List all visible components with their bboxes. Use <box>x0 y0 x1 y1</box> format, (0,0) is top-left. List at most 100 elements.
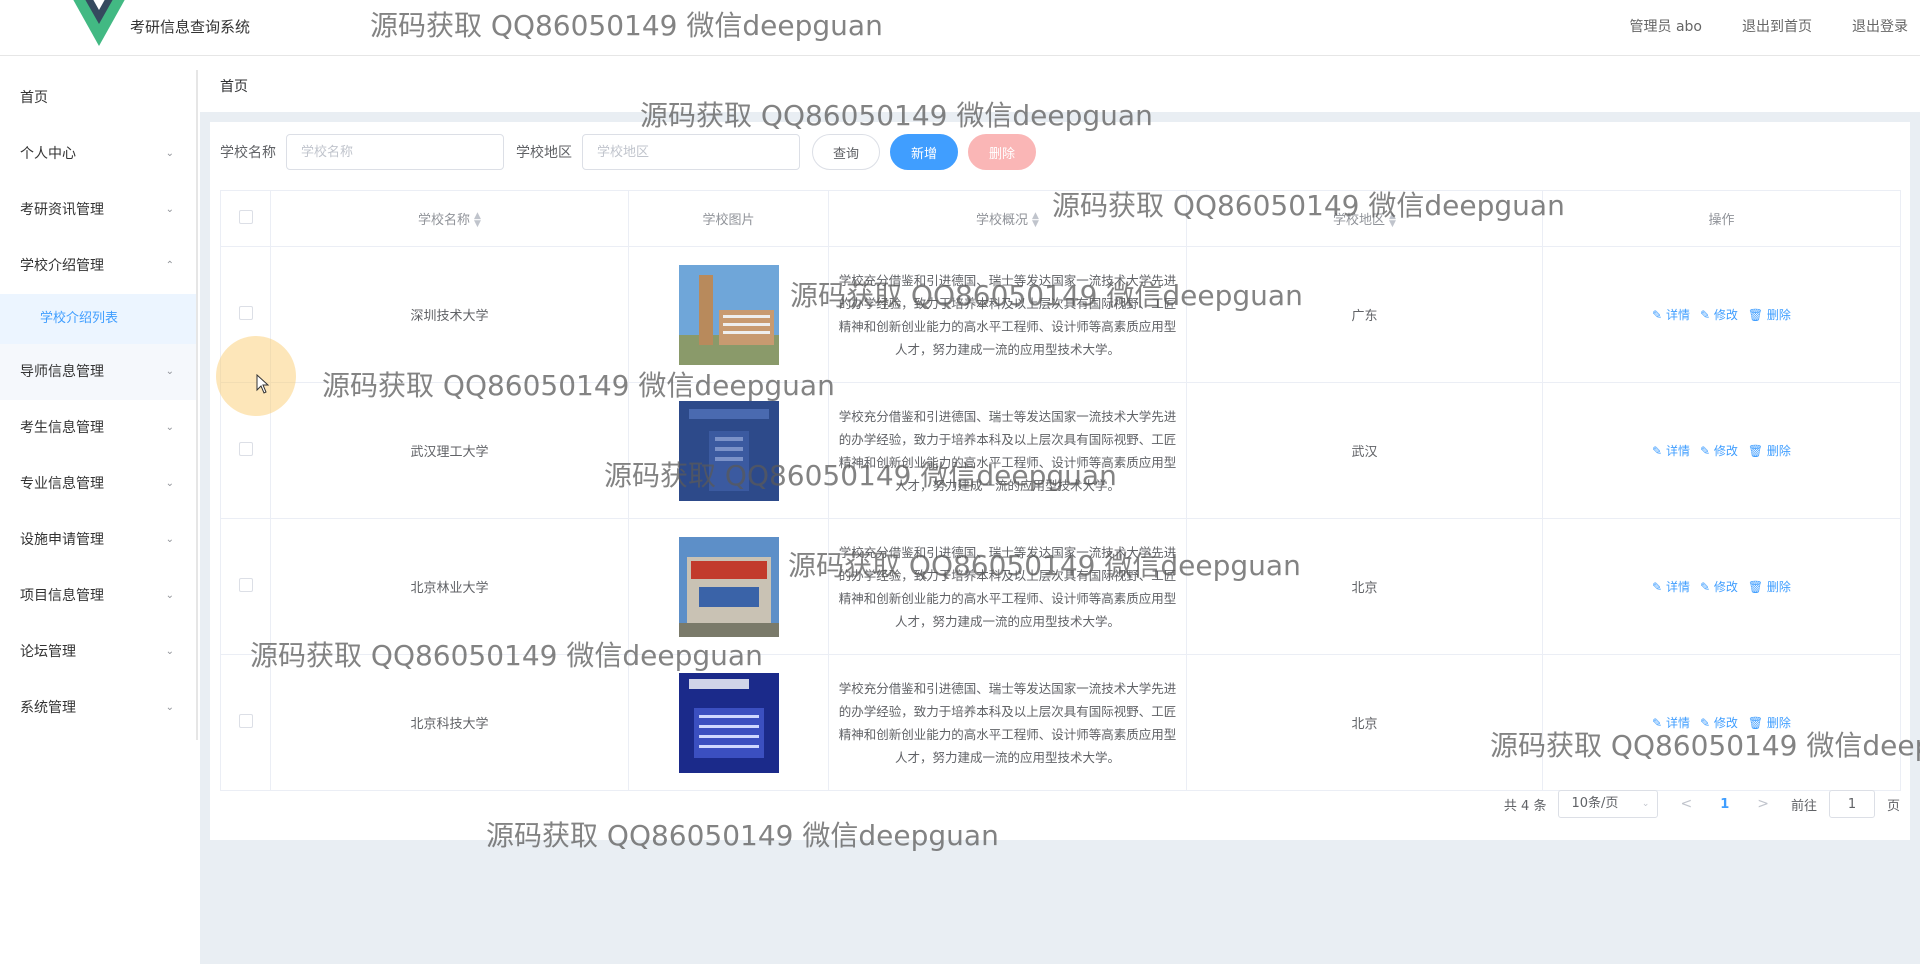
delete-link[interactable]: 🗑 删除 <box>1748 714 1791 731</box>
chevron-down-icon: ⌄ <box>165 204 174 215</box>
actions-cell: ✎ 详情 ✎ 修改 🗑 删除 <box>1542 518 1901 655</box>
content-panel: 学校名称 学校地区 查询 新增 删除 学校名称▲▼ 学校图片 学校概况▲▼ 学校… <box>210 122 1910 840</box>
school-region-cell: 武汉 <box>1186 382 1543 519</box>
current-page[interactable]: 1 <box>1714 797 1735 812</box>
edit-icon: ✎ <box>1652 716 1663 730</box>
detail-link[interactable]: ✎ 详情 <box>1652 714 1690 731</box>
select-all-checkbox[interactable] <box>238 209 253 224</box>
table-row: 深圳技术大学 学校充分借鉴和引进德国、瑞士等发达国家一流技术大学先进的办学经验，… <box>220 246 1901 383</box>
sidebar-item-school-intro[interactable]: 学校介绍管理 ⌃ <box>0 238 196 294</box>
sidebar-item-forum[interactable]: 论坛管理 ⌄ <box>0 624 196 680</box>
actions-cell: ✎ 详情 ✎ 修改 🗑 删除 <box>1542 654 1901 791</box>
actions-cell: ✎ 详情 ✎ 修改 🗑 删除 <box>1542 382 1901 519</box>
sidebar-item-label: 论坛管理 <box>20 644 76 660</box>
page-size-select[interactable]: 10条/页 ⌄ <box>1558 790 1659 818</box>
trash-icon: 🗑 <box>1747 444 1764 458</box>
back-to-home-link[interactable]: 退出到首页 <box>1742 16 1812 36</box>
edit-icon: ✎ <box>1699 308 1711 322</box>
goto-page-input[interactable] <box>1828 790 1875 818</box>
sidebar-item-label: 学校介绍管理 <box>20 258 104 274</box>
sidebar-item-label: 设施申请管理 <box>20 532 104 548</box>
query-button[interactable]: 查询 <box>812 134 881 170</box>
vue-logo-icon <box>73 0 125 46</box>
delete-link[interactable]: 🗑 删除 <box>1748 306 1791 323</box>
school-name-input[interactable] <box>286 134 504 170</box>
column-header-name[interactable]: 学校名称 ▲ ▼ <box>270 190 629 247</box>
sidebar-item-project[interactable]: 项目信息管理 ⌄ <box>0 568 196 624</box>
sort-icon[interactable]: ▲ ▼ <box>474 212 481 229</box>
main-content: 首页 学校名称 学校地区 查询 新增 删除 学校名称▲▼ 学校图片 学校概况▲▼… <box>200 56 1920 964</box>
sidebar-item-home[interactable]: 首页 <box>0 70 196 126</box>
breadcrumb-bar: 首页 <box>200 56 1920 112</box>
school-name-label: 学校名称 <box>220 145 276 161</box>
school-name-cell: 北京科技大学 <box>270 654 629 791</box>
detail-link[interactable]: ✎ 详情 <box>1652 442 1690 459</box>
school-photo-image[interactable] <box>678 400 779 501</box>
row-checkbox[interactable] <box>238 713 253 728</box>
pagination: 共 4 条 10条/页⌄ < 1 > 前往 页 <box>1504 790 1900 818</box>
school-table: 学校名称 ▲ ▼ 学校图片 学校概况 ▲ ▼ 学校地区 ▲ ▼ 操作 深圳技术大学 <box>220 190 1901 791</box>
edit-icon: ✎ <box>1699 580 1711 594</box>
chevron-up-icon: ⌃ <box>165 260 174 271</box>
sidebar-item-label: 专业信息管理 <box>20 476 104 492</box>
edit-icon: ✎ <box>1652 308 1663 322</box>
admin-user-link[interactable]: 管理员 abo <box>1630 16 1702 36</box>
add-button[interactable]: 新增 <box>890 134 959 170</box>
chevron-down-icon: ⌄ <box>165 702 174 713</box>
sidebar-item-news[interactable]: 考研资讯管理 ⌄ <box>0 182 196 238</box>
chevron-down-icon: ⌄ <box>165 148 174 159</box>
sidebar-item-label: 个人中心 <box>20 146 76 162</box>
edit-icon: ✎ <box>1699 716 1711 730</box>
column-header-overview[interactable]: 学校概况 ▲ ▼ <box>828 190 1187 247</box>
column-header-region[interactable]: 学校地区 ▲ ▼ <box>1186 190 1543 247</box>
chevron-down-icon: ⌄ <box>165 646 174 657</box>
sidebar-item-examinee[interactable]: 考生信息管理 ⌄ <box>0 400 196 456</box>
column-header-image: 学校图片 <box>628 190 829 247</box>
row-checkbox[interactable] <box>238 577 253 592</box>
logout-link[interactable]: 退出登录 <box>1852 16 1908 36</box>
detail-link[interactable]: ✎ 详情 <box>1652 306 1690 323</box>
sidebar-item-personal-center[interactable]: 个人中心 ⌄ <box>0 126 196 182</box>
sidebar-item-facility[interactable]: 设施申请管理 ⌄ <box>0 512 196 568</box>
breadcrumb[interactable]: 首页 <box>220 76 248 96</box>
sidebar-item-label: 系统管理 <box>20 700 76 716</box>
sidebar-item-system[interactable]: 系统管理 ⌄ <box>0 680 196 736</box>
app-title: 考研信息查询系统 <box>130 18 251 36</box>
row-checkbox[interactable] <box>238 441 253 456</box>
sidebar-item-major[interactable]: 专业信息管理 ⌄ <box>0 456 196 512</box>
total-count: 共 4 条 <box>1503 798 1547 814</box>
school-photo-image[interactable] <box>678 264 779 365</box>
school-photo-image[interactable] <box>678 536 779 637</box>
chevron-down-icon: ⌄ <box>165 534 174 545</box>
prev-page-button[interactable]: < <box>1670 796 1702 812</box>
next-page-button[interactable]: > <box>1747 796 1779 812</box>
edit-icon: ✎ <box>1699 444 1711 458</box>
school-photo-image[interactable] <box>678 672 779 773</box>
edit-link[interactable]: ✎ 修改 <box>1700 442 1738 459</box>
chevron-down-icon: ⌄ <box>165 478 174 489</box>
row-checkbox[interactable] <box>238 305 253 320</box>
sidebar-item-tutor[interactable]: 导师信息管理 ⌄ <box>0 344 196 400</box>
trash-icon: 🗑 <box>1747 716 1764 730</box>
edit-link[interactable]: ✎ 修改 <box>1700 578 1738 595</box>
sort-icon[interactable]: ▲ ▼ <box>1032 212 1039 229</box>
school-region-cell: 北京 <box>1186 518 1543 655</box>
edit-link[interactable]: ✎ 修改 <box>1700 714 1738 731</box>
sort-icon[interactable]: ▲ ▼ <box>1389 212 1396 229</box>
row-select-cell <box>220 518 271 655</box>
school-image-cell <box>628 654 829 791</box>
batch-delete-button[interactable]: 删除 <box>968 134 1037 170</box>
actions-cell: ✎ 详情 ✎ 修改 🗑 删除 <box>1542 246 1901 383</box>
detail-link[interactable]: ✎ 详情 <box>1652 578 1690 595</box>
sidebar-subitem-school-list[interactable]: 学校介绍列表 <box>0 294 196 344</box>
school-name-cell: 深圳技术大学 <box>270 246 629 383</box>
edit-icon: ✎ <box>1652 580 1663 594</box>
delete-link[interactable]: 🗑 删除 <box>1748 442 1791 459</box>
page-suffix: 页 <box>1886 798 1900 814</box>
chevron-down-icon: ⌄ <box>165 422 174 433</box>
column-header-actions: 操作 <box>1542 190 1901 247</box>
chevron-down-icon: ⌄ <box>165 366 174 377</box>
school-region-input[interactable] <box>582 134 800 170</box>
edit-link[interactable]: ✎ 修改 <box>1700 306 1738 323</box>
delete-link[interactable]: 🗑 删除 <box>1748 578 1791 595</box>
